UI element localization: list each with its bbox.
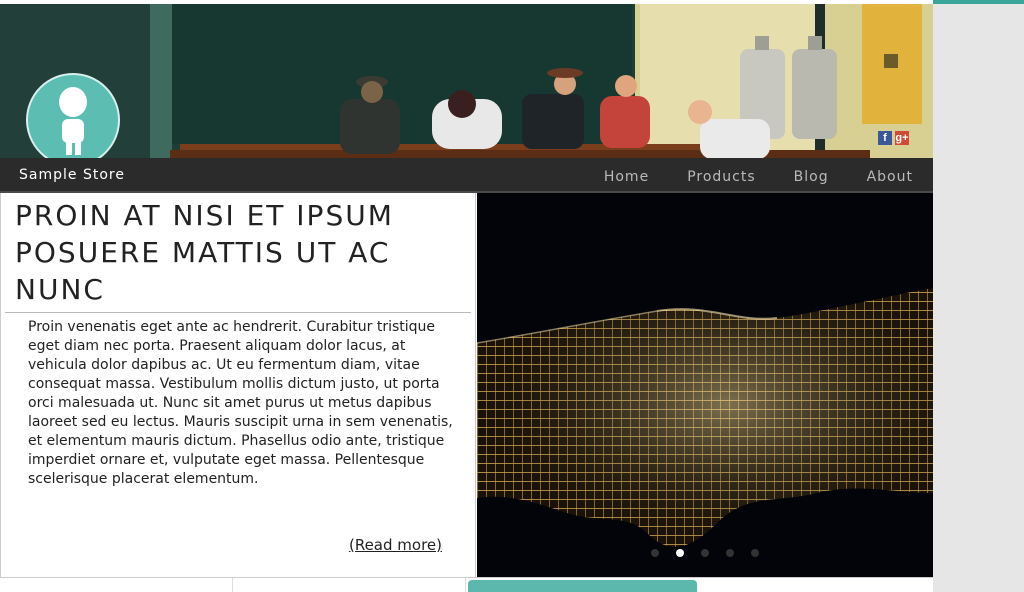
page: f g+ Sample Store Home Products Blog Abo… bbox=[0, 0, 933, 592]
article-title: PROIN AT NISI ET IPSUM POSUERE MATTIS UT… bbox=[15, 199, 394, 306]
store-name[interactable]: Sample Store bbox=[19, 167, 125, 183]
nav-link-blog[interactable]: Blog bbox=[794, 169, 829, 185]
site-logo-avatar[interactable] bbox=[26, 73, 120, 158]
bottom-tiles-strip bbox=[0, 577, 933, 592]
image-slider[interactable] bbox=[477, 193, 933, 577]
slider-dot[interactable] bbox=[651, 549, 659, 557]
featured-article: PROIN AT NISI ET IPSUM POSUERE MATTIS UT… bbox=[1, 193, 476, 577]
slider-dot-active[interactable] bbox=[676, 549, 684, 557]
bottom-tile[interactable] bbox=[233, 578, 466, 592]
avatar-leg-shape bbox=[66, 141, 72, 155]
avatar-leg-shape bbox=[75, 141, 81, 155]
nav-link-about[interactable]: About bbox=[867, 169, 913, 185]
article-body: Proin venenatis eget ante ac hendrerit. … bbox=[28, 319, 453, 487]
avatar-head-shape bbox=[59, 87, 87, 117]
featured-content: PROIN AT NISI ET IPSUM POSUERE MATTIS UT… bbox=[0, 193, 933, 577]
read-more-link[interactable]: (Read more) bbox=[349, 536, 442, 554]
slider-dot[interactable] bbox=[726, 549, 734, 557]
city-lights-image bbox=[477, 193, 933, 577]
nav-link-products[interactable]: Products bbox=[687, 169, 755, 185]
google-plus-icon[interactable]: g+ bbox=[895, 131, 909, 145]
nav-menu: Home Products Blog About bbox=[604, 169, 913, 185]
header-painting bbox=[0, 4, 933, 158]
slider-dot[interactable] bbox=[751, 549, 759, 557]
avatar-body-shape bbox=[62, 119, 84, 143]
slider-dot[interactable] bbox=[701, 549, 709, 557]
slider-pagination bbox=[651, 549, 759, 557]
facebook-icon[interactable]: f bbox=[878, 131, 892, 145]
bottom-tile-active[interactable] bbox=[468, 580, 697, 592]
header-banner: f g+ bbox=[0, 4, 933, 158]
title-divider bbox=[5, 312, 471, 313]
social-links: f g+ bbox=[878, 131, 909, 145]
bottom-tile[interactable] bbox=[0, 578, 233, 592]
main-navigation: Sample Store Home Products Blog About bbox=[0, 158, 933, 193]
nav-link-home[interactable]: Home bbox=[604, 169, 649, 185]
